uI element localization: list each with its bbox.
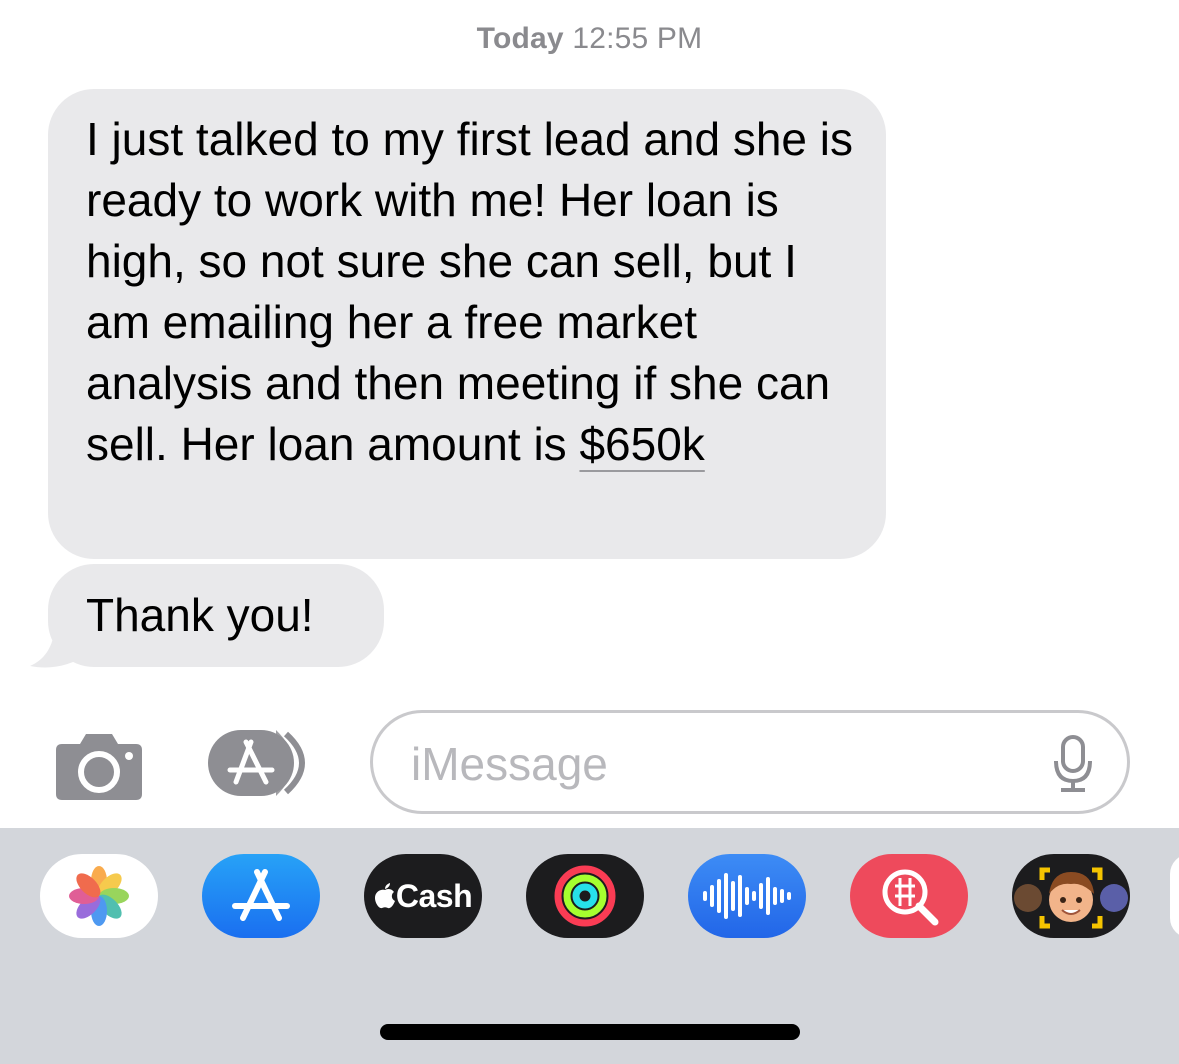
- audio-message-app-button[interactable]: [688, 854, 806, 938]
- app-store-icon[interactable]: [206, 726, 322, 800]
- compose-bar: iMessage: [0, 710, 1179, 814]
- received-message-bubble[interactable]: Thank you!: [48, 564, 384, 667]
- message-timestamp: Today 12:55 PM: [0, 22, 1179, 56]
- message-text: Thank you!: [86, 589, 314, 641]
- more-apps-button[interactable]: [1170, 854, 1179, 938]
- camera-icon[interactable]: [54, 728, 144, 800]
- photos-icon: [69, 866, 129, 926]
- apple-cash-app-button[interactable]: Cash: [364, 854, 482, 938]
- message-text: I just talked to my first lead and she i…: [86, 113, 854, 470]
- app-store-app-button[interactable]: [202, 854, 320, 938]
- microphone-icon[interactable]: [1053, 735, 1093, 793]
- timestamp-day: Today: [476, 22, 564, 55]
- memoji-icon: [1014, 867, 1128, 929]
- fitness-app-button[interactable]: [526, 854, 644, 938]
- imessage-input[interactable]: iMessage: [370, 710, 1130, 814]
- audio-waveform-icon: [703, 873, 791, 919]
- image-search-icon: [882, 869, 939, 926]
- home-indicator[interactable]: [380, 1024, 800, 1040]
- cash-label: Cash: [395, 877, 473, 914]
- photos-app-button[interactable]: [40, 854, 158, 938]
- apple-logo-icon: [374, 883, 395, 909]
- loan-amount-link[interactable]: $650k: [579, 418, 704, 470]
- memoji-app-button[interactable]: [1012, 854, 1130, 938]
- app-store-icon: [232, 869, 290, 921]
- image-search-app-button[interactable]: [850, 854, 968, 938]
- received-message-bubble[interactable]: I just talked to my first lead and she i…: [48, 89, 886, 559]
- imessage-placeholder: iMessage: [411, 738, 608, 790]
- fitness-rings-icon: [554, 865, 616, 927]
- timestamp-time: 12:55 PM: [572, 22, 703, 55]
